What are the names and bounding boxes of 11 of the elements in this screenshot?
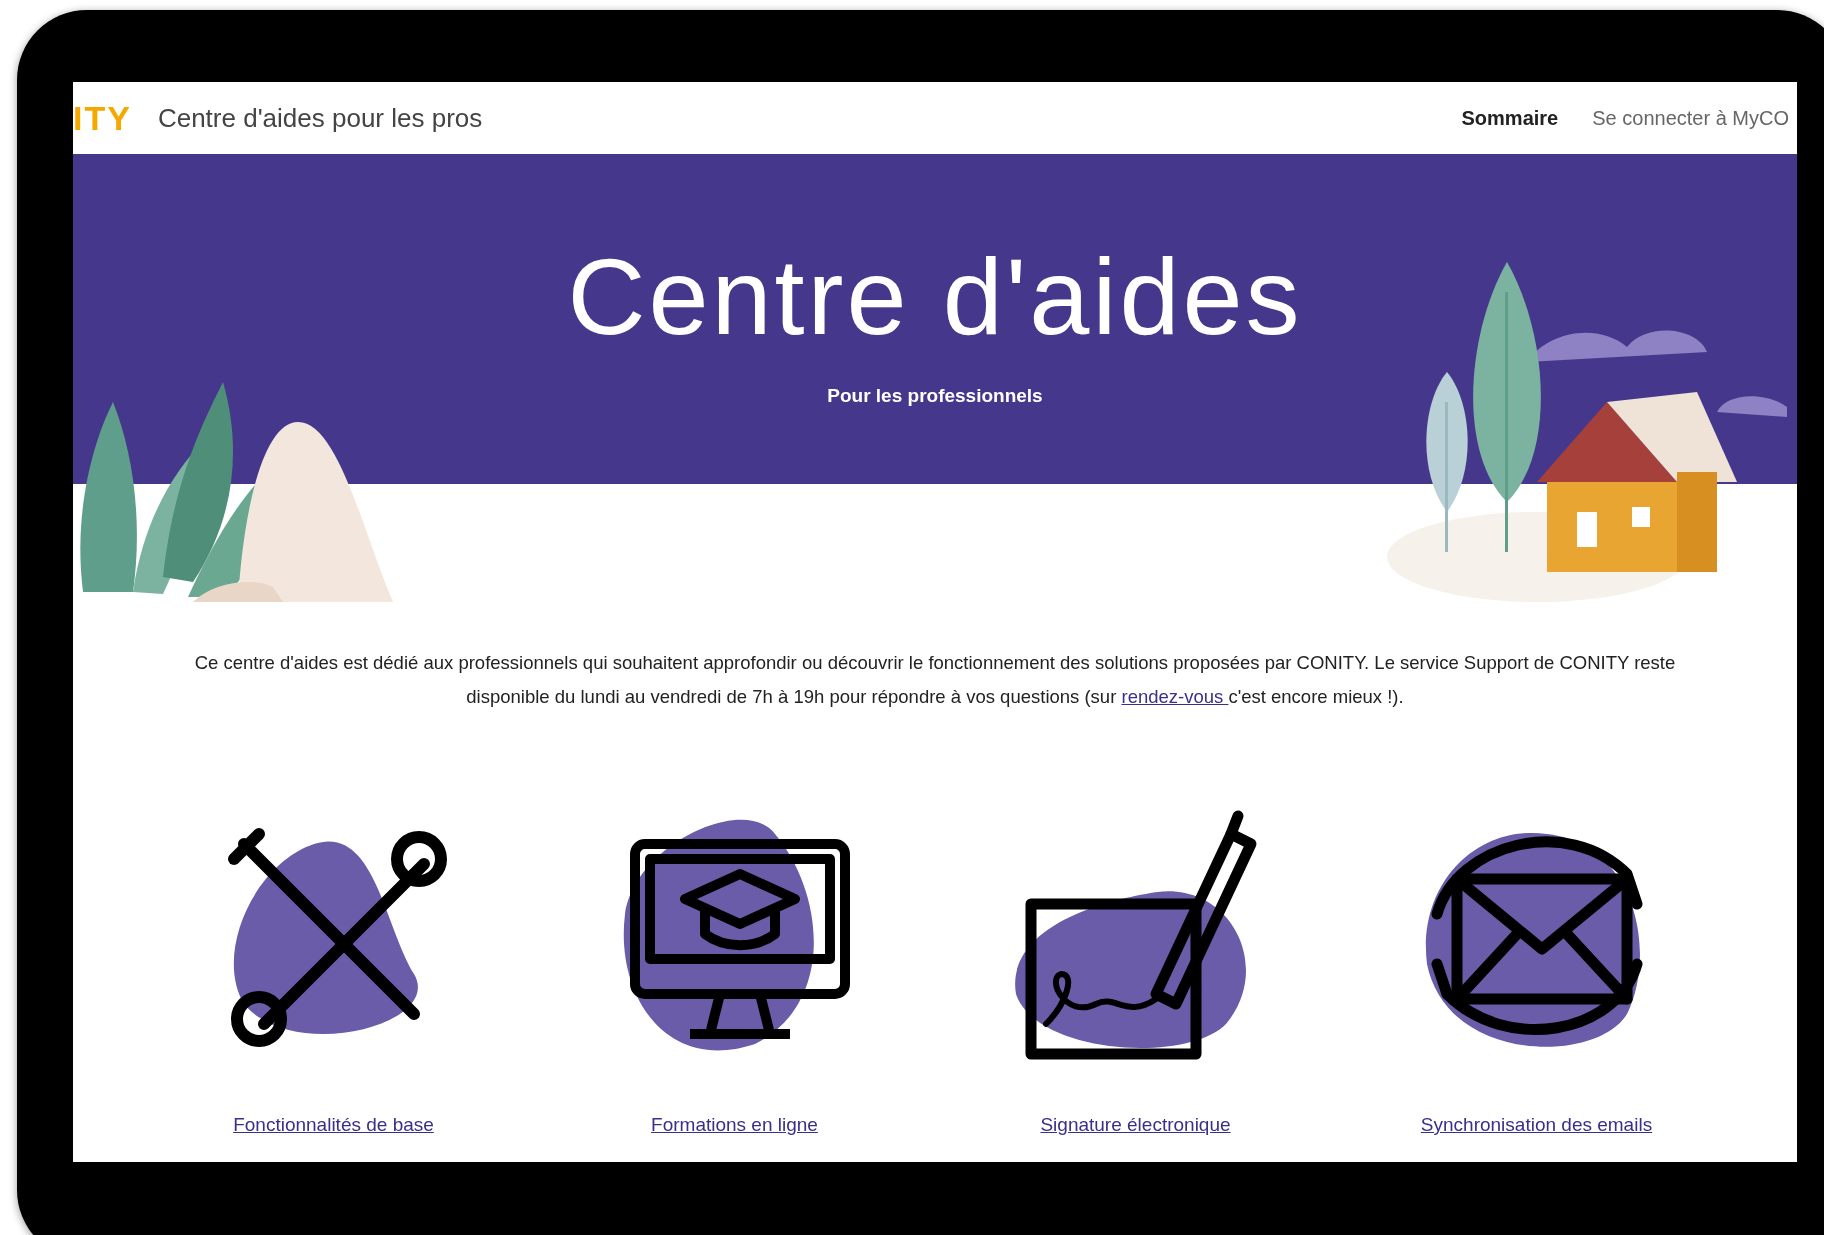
site-title: Centre d'aides pour les pros	[157, 102, 483, 134]
category-link[interactable]: Synchronisation des emails	[1420, 1114, 1653, 1136]
hero-title: Centre d'aides	[567, 235, 1303, 359]
hero-subtitle: Pour les professionnels	[826, 385, 1044, 407]
appointment-link[interactable]: rendez-vous	[1121, 686, 1229, 707]
category-link[interactable]: Formations en ligne	[651, 1114, 818, 1136]
intro-paragraph: Ce centre d'aides est dédié aux professionnels qui souhaitent approfondir ou découvrir le fonctionnement des solutions proposées par CONITY. Le service Support de CONITY reste disponible du lundi au vendredi de 7h à 19h pour répondre à vos questions (sur rendez-vous c'est encore mieux !).	[193, 651, 1677, 709]
category-link[interactable]: Signature électronique	[1040, 1114, 1231, 1136]
nav-link[interactable]: Sommaire	[1461, 106, 1559, 130]
nav-link[interactable]: Se connecter à MyCO	[1592, 106, 1789, 130]
category-link[interactable]: Fonctionnalités de base	[233, 1114, 434, 1136]
